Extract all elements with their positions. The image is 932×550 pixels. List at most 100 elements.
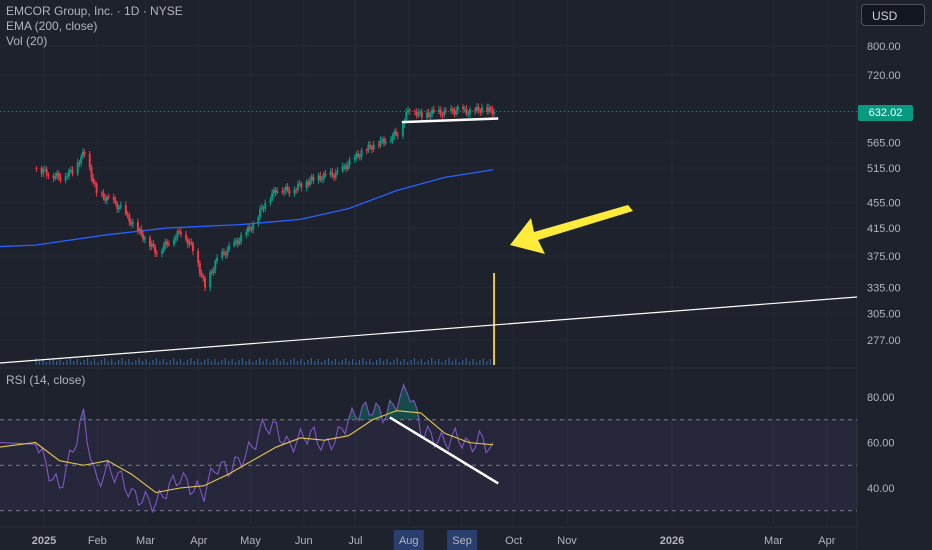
candle-body — [272, 189, 275, 194]
candle-body — [185, 234, 188, 240]
volume-bar — [413, 358, 416, 365]
volume-bar — [462, 360, 464, 365]
x-tick-label: Aug — [399, 535, 419, 547]
volume-bar — [369, 359, 371, 365]
volume-bar — [276, 358, 278, 365]
candle-body — [252, 222, 255, 230]
volume-bar — [169, 360, 171, 365]
candle-body — [212, 269, 215, 274]
candle-body — [105, 196, 108, 201]
volume-bar — [138, 358, 140, 365]
candle-body — [486, 107, 489, 113]
volume-bar — [351, 359, 354, 365]
candle-body — [382, 139, 385, 144]
candle-body — [365, 149, 368, 151]
volume-bar — [38, 361, 41, 365]
candle-body — [393, 131, 396, 136]
rsi-tick-label: 80.00 — [867, 392, 895, 404]
volume-bar — [269, 362, 271, 365]
volume-bar — [69, 358, 72, 365]
candle-body — [444, 110, 447, 112]
candle-body — [336, 170, 339, 173]
volume-legend: Vol (20) — [6, 34, 48, 48]
ema-legend: EMA (200, close) — [6, 19, 98, 33]
volume-bar — [148, 362, 151, 365]
rsi-tick-label: 60.00 — [867, 438, 895, 450]
volume-bar — [389, 362, 392, 365]
candle-body — [236, 240, 239, 244]
volume-bar — [221, 360, 223, 365]
candle-body — [489, 107, 492, 110]
candle-body — [245, 232, 248, 236]
candle-body — [408, 110, 411, 112]
volume-bar — [124, 361, 127, 365]
candle-body — [284, 186, 287, 191]
candle-body — [226, 249, 229, 256]
volume-bar — [214, 359, 216, 365]
volume-bar — [207, 358, 209, 365]
candle-body — [491, 109, 494, 115]
candle-body — [174, 237, 177, 240]
volume-bar — [327, 358, 330, 365]
candle-body — [78, 162, 81, 164]
candle-body — [264, 202, 267, 209]
candle-body — [45, 169, 48, 176]
volume-bar — [159, 361, 161, 365]
volume-bar — [338, 362, 340, 365]
volume-bar — [83, 360, 85, 365]
candle-body — [286, 186, 289, 191]
volume-bar — [444, 360, 447, 365]
volume-bar — [73, 361, 75, 365]
volume-bar — [200, 362, 202, 365]
volume-bar — [145, 359, 147, 365]
candle-body — [427, 112, 430, 117]
candle-body — [116, 203, 119, 210]
candle-body — [269, 199, 272, 203]
candle-body — [322, 173, 325, 179]
candle-body — [131, 221, 134, 225]
candle-body — [425, 112, 428, 118]
candle-body — [190, 242, 193, 244]
volume-bar — [362, 358, 364, 365]
candle-body — [281, 191, 284, 193]
candle-body — [419, 111, 422, 113]
candle-body — [44, 169, 46, 171]
candle-body — [68, 170, 71, 177]
volume-bar — [107, 361, 109, 365]
candle-body — [248, 227, 251, 230]
candle-body — [40, 168, 43, 174]
candle-body — [481, 107, 484, 113]
candle-body — [257, 216, 260, 223]
candle-body — [162, 245, 165, 252]
volume-bar — [262, 361, 264, 365]
volume-bar — [245, 361, 247, 365]
candle-body — [214, 261, 217, 270]
candle-body — [441, 114, 444, 116]
volume-bar — [259, 358, 261, 365]
volume-bar — [451, 361, 453, 365]
candle-body — [222, 251, 225, 254]
volume-bar — [472, 359, 474, 365]
volume-bar — [427, 360, 429, 365]
x-tick-label: Jun — [295, 535, 313, 547]
candle-body — [71, 169, 74, 174]
candle-body — [300, 183, 303, 188]
volume-bar — [410, 360, 412, 365]
candle-body — [389, 140, 392, 142]
currency-button[interactable]: USD — [861, 4, 925, 26]
volume-bar — [176, 361, 178, 365]
candle-body — [343, 165, 346, 167]
candle-body — [274, 189, 277, 193]
candle-body — [240, 235, 243, 242]
candle-body — [420, 111, 423, 118]
candle-body — [475, 106, 478, 111]
candle-body — [104, 197, 107, 201]
x-tick-label: Oct — [505, 535, 522, 547]
volume-bar — [162, 359, 164, 365]
candle-body — [76, 162, 79, 174]
symbol-title: EMCOR Group, Inc. · 1D · NYSE — [6, 4, 183, 18]
candle-body — [90, 167, 93, 178]
candle-body — [283, 190, 286, 193]
candle-body — [360, 149, 363, 157]
volume-bar — [241, 358, 244, 365]
